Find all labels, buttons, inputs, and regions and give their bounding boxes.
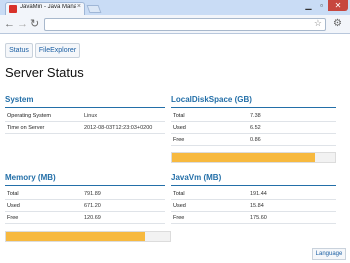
memory-usage-fill <box>6 232 146 241</box>
system-section-title: System <box>5 95 34 104</box>
memory-rule <box>5 185 165 186</box>
maximize-button[interactable]: ▫ <box>315 0 328 11</box>
row-value: Linux <box>84 113 98 119</box>
minimize-button[interactable]: ▁ <box>302 0 315 11</box>
row-key: Total <box>173 191 185 197</box>
table-row: Used 15.84 <box>171 200 336 212</box>
row-value: 791.89 <box>84 191 101 197</box>
row-key: Used <box>7 203 20 209</box>
disk-usage-bar <box>171 152 336 163</box>
footer: Language <box>0 245 350 263</box>
language-button[interactable]: Language <box>312 248 346 260</box>
row-value: 7.38 <box>250 113 261 119</box>
row-value: 671.20 <box>84 203 101 209</box>
window-controls: ▁ ▫ ✕ <box>302 0 348 12</box>
table-row: Total 791.89 <box>5 188 165 200</box>
row-value: 6.52 <box>250 125 261 131</box>
close-window-button[interactable]: ✕ <box>328 0 348 11</box>
table-row: Used 6.52 <box>171 122 336 134</box>
disk-section-title: LocalDiskSpace (GB) <box>171 95 252 104</box>
javavm-rule <box>171 185 336 186</box>
forward-arrow-icon[interactable]: → <box>17 17 28 31</box>
row-key: Total <box>173 113 185 119</box>
row-value: 175.60 <box>250 215 267 221</box>
app-navbar: Status FileExplorer <box>0 40 350 60</box>
disk-usage-fill <box>172 153 316 162</box>
tab-close-icon[interactable]: × <box>77 3 81 10</box>
row-value: 0.86 <box>250 137 261 143</box>
table-row: Free 120.69 <box>5 212 165 224</box>
tab-title: JavaMin - Java Managem <box>20 4 76 10</box>
browser-tab[interactable]: JavaMin - Java Managem × <box>5 2 85 15</box>
memory-section-title: Memory (MB) <box>5 173 56 182</box>
page-title: Server Status <box>5 65 84 80</box>
table-row: Used 671.20 <box>5 200 165 212</box>
table-row: Total 191.44 <box>171 188 336 200</box>
reload-icon[interactable]: ↻ <box>30 17 39 31</box>
table-row: Total 7.38 <box>171 110 336 122</box>
javavm-section-title: JavaVm (MB) <box>171 173 222 182</box>
row-key: Used <box>173 125 186 131</box>
browser-titlebar: JavaMin - Java Managem × ▁ ▫ ✕ <box>0 0 350 15</box>
disk-rule <box>171 107 336 108</box>
row-value: 191.44 <box>250 191 267 197</box>
address-bar[interactable]: ☆ <box>44 18 326 31</box>
new-tab-button[interactable] <box>86 5 102 13</box>
row-value: 15.84 <box>250 203 264 209</box>
table-row: Free 0.86 <box>171 134 336 146</box>
row-key: Used <box>173 203 186 209</box>
status-nav-button[interactable]: Status <box>5 43 33 58</box>
row-key: Free <box>7 215 19 221</box>
bookmark-star-icon[interactable]: ☆ <box>314 18 322 29</box>
browser-toolbar: ← → ↻ ☆ ⚙ <box>0 15 350 34</box>
row-value: 2012-08-03T12:23:03+0200 <box>84 125 153 131</box>
table-row: Free 175.60 <box>171 212 336 224</box>
table-row: Operating System Linux <box>5 110 165 122</box>
row-key: Total <box>7 191 19 197</box>
row-key: Free <box>173 137 185 143</box>
row-key: Operating System <box>7 113 52 119</box>
back-arrow-icon[interactable]: ← <box>4 17 15 31</box>
system-rule <box>5 107 165 108</box>
table-row: Time on Server 2012-08-03T12:23:03+0200 <box>5 122 165 134</box>
memory-usage-bar <box>5 231 171 242</box>
row-key: Time on Server <box>7 125 45 131</box>
fileexplorer-nav-button[interactable]: FileExplorer <box>35 43 80 58</box>
row-key: Free <box>173 215 185 221</box>
favicon-icon <box>9 5 17 13</box>
wrench-menu-icon[interactable]: ⚙ <box>333 18 342 29</box>
row-value: 120.69 <box>84 215 101 221</box>
